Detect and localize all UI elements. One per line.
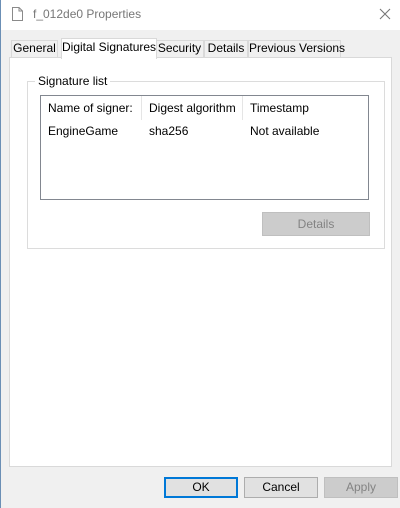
details-button[interactable]: Details bbox=[262, 212, 370, 236]
cell-timestamp: Not available bbox=[250, 124, 320, 138]
cell-digest: sha256 bbox=[149, 124, 189, 138]
signature-list-group: Signature list Name of signer: Digest al… bbox=[27, 74, 385, 249]
properties-dialog: f_012de0 Properties General Digital Sign… bbox=[0, 0, 400, 508]
signature-list-label: Signature list bbox=[35, 74, 111, 88]
close-button[interactable] bbox=[373, 2, 397, 26]
tab-digital-signatures[interactable]: Digital Signatures bbox=[61, 38, 157, 59]
tab-panel: Signature list Name of signer: Digest al… bbox=[9, 57, 392, 467]
tab-details[interactable]: Details bbox=[204, 40, 248, 57]
title-bar[interactable]: f_012de0 Properties bbox=[1, 0, 400, 30]
cancel-button[interactable]: Cancel bbox=[244, 477, 318, 498]
listview-header: Name of signer: Digest algorithm Timesta… bbox=[41, 96, 368, 121]
signature-listview[interactable]: Name of signer: Digest algorithm Timesta… bbox=[40, 95, 369, 200]
table-row[interactable]: EngineGame sha256 Not available bbox=[41, 122, 368, 140]
window-title: f_012de0 Properties bbox=[33, 7, 142, 21]
document-icon bbox=[12, 7, 23, 21]
column-header-signer[interactable]: Name of signer: bbox=[41, 96, 142, 120]
tab-general[interactable]: General bbox=[11, 40, 58, 57]
ok-button[interactable]: OK bbox=[164, 477, 238, 498]
tab-previous-versions[interactable]: Previous Versions bbox=[248, 40, 345, 57]
tab-security[interactable]: Security bbox=[155, 40, 204, 57]
apply-button[interactable]: Apply bbox=[324, 477, 398, 498]
column-header-digest[interactable]: Digest algorithm bbox=[142, 96, 243, 120]
cell-signer: EngineGame bbox=[48, 124, 119, 138]
close-icon bbox=[379, 8, 391, 20]
column-header-timestamp[interactable]: Timestamp bbox=[243, 96, 368, 120]
